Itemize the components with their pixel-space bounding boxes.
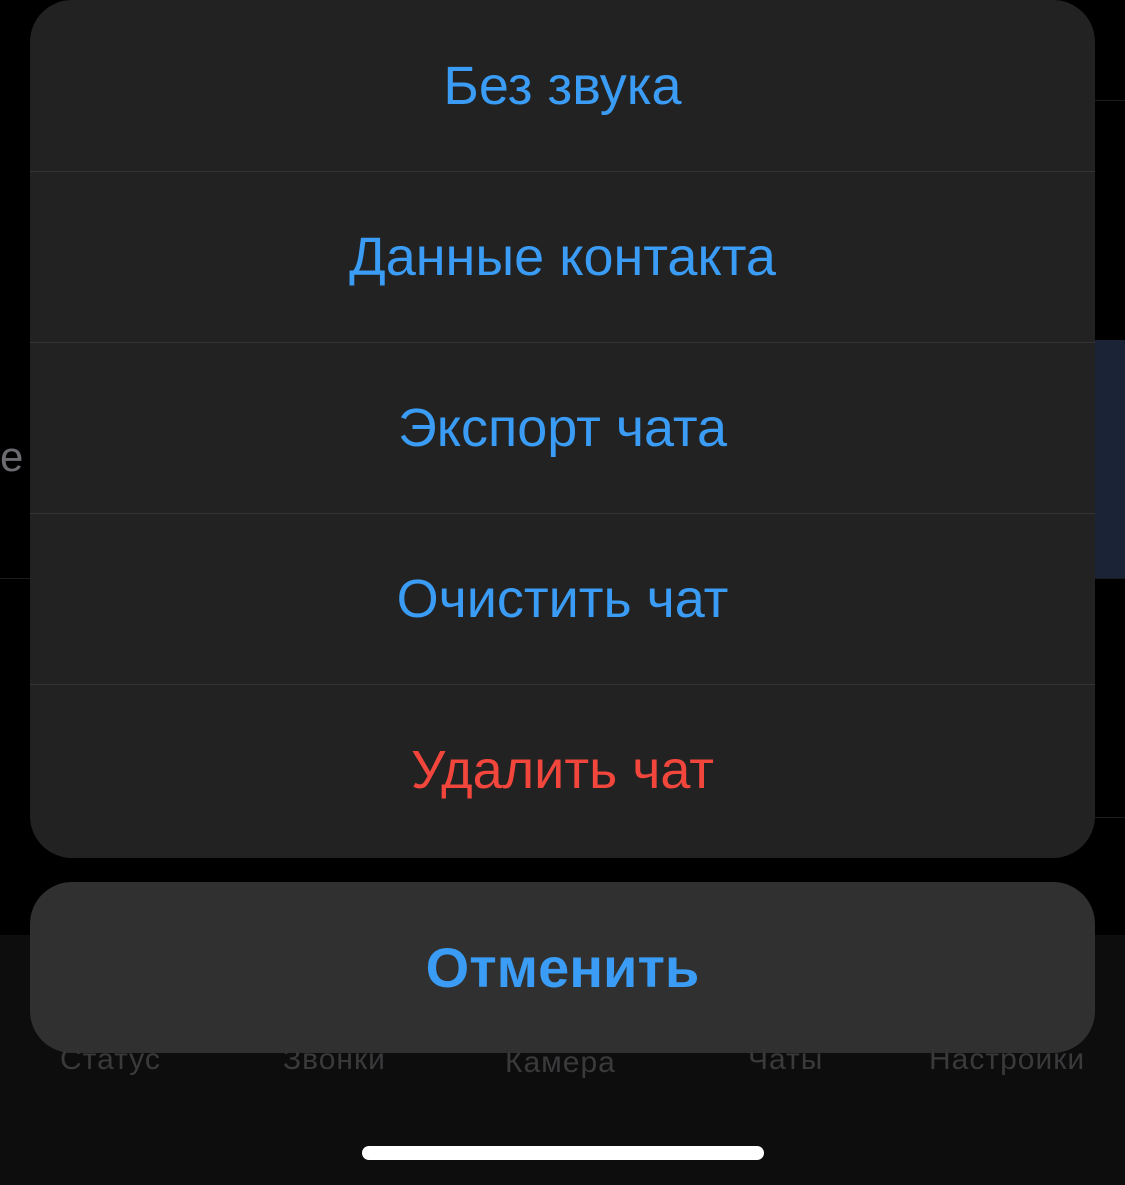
action-sheet: Без звука Данные контакта Экспорт чата О… bbox=[30, 0, 1095, 858]
background-selected-row bbox=[1095, 340, 1125, 578]
background-divider bbox=[1095, 100, 1125, 101]
home-indicator bbox=[362, 1146, 764, 1160]
background-divider bbox=[1095, 817, 1125, 818]
export-chat-button[interactable]: Экспорт чата bbox=[30, 342, 1095, 513]
mute-button[interactable]: Без звука bbox=[30, 0, 1095, 171]
cancel-label: Отменить bbox=[425, 936, 700, 999]
cancel-button[interactable]: Отменить bbox=[30, 882, 1095, 1053]
contact-info-button[interactable]: Данные контакта bbox=[30, 171, 1095, 342]
clear-chat-button[interactable]: Очистить чат bbox=[30, 513, 1095, 684]
delete-chat-button[interactable]: Удалить чат bbox=[30, 684, 1095, 855]
background-text-fragment: е bbox=[0, 433, 24, 480]
